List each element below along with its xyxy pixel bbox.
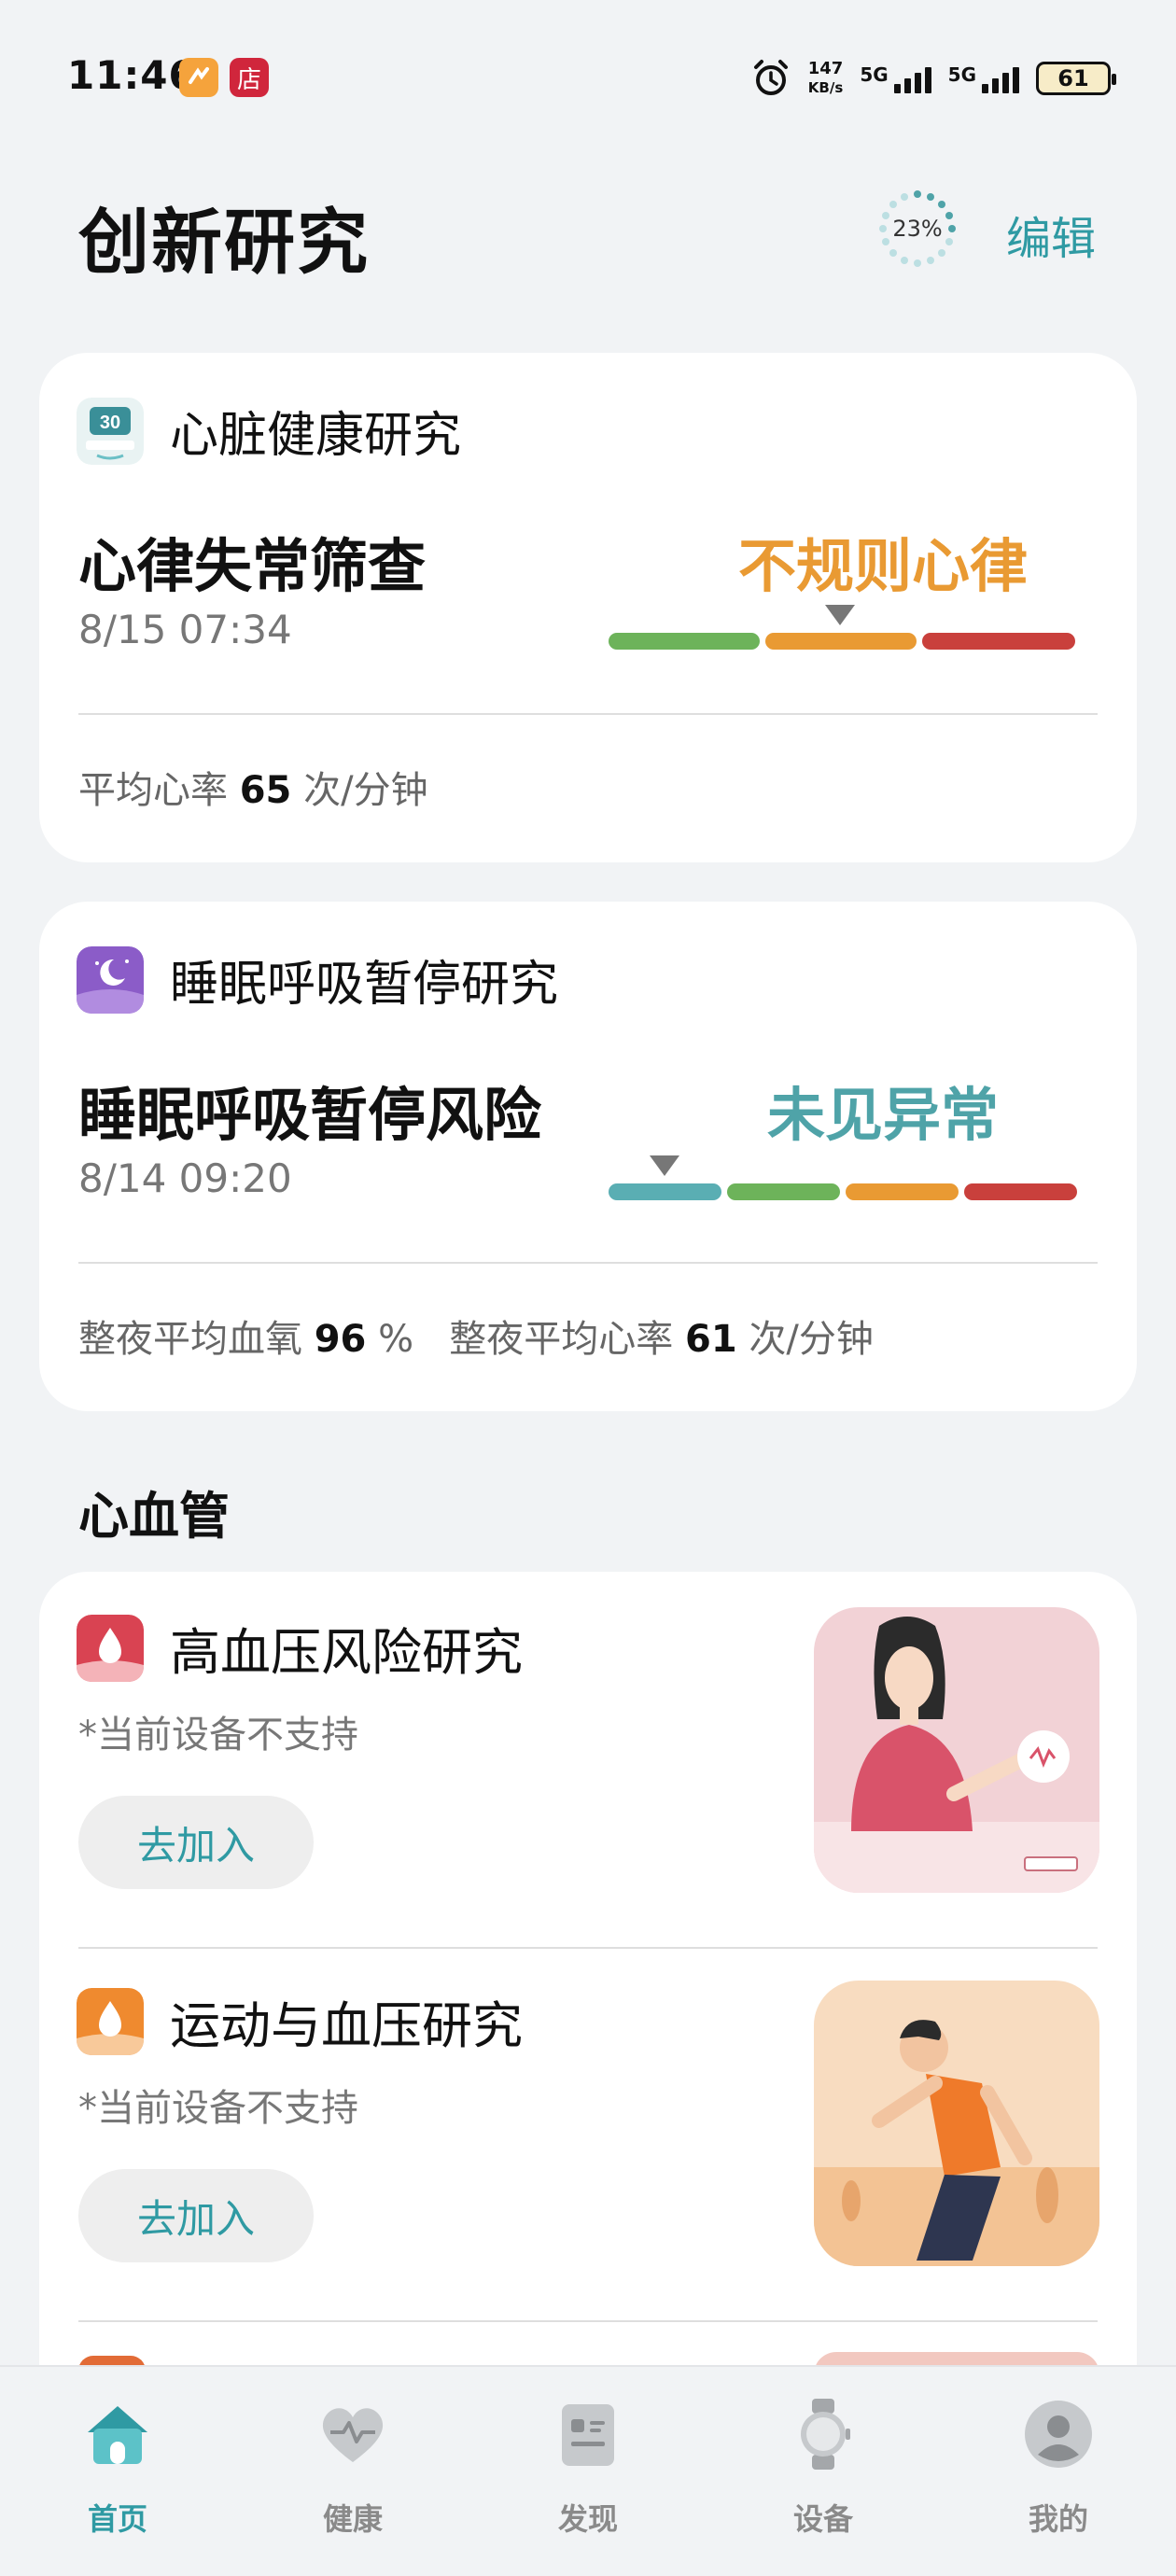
study-name: 睡眠呼吸暂停研究 [170,957,559,1013]
divider [78,1947,1098,1949]
sleep-study-card[interactable]: 睡眠呼吸暂停研究 睡眠呼吸暂停风险 8/14 09:20 未见异常 整夜平均血氧… [39,902,1137,1411]
edit-button[interactable]: 编辑 [1006,202,1096,267]
sleep-moon-icon [77,945,144,1014]
metric-title: 睡眠呼吸暂停风险 [78,1081,542,1149]
heart-study-logo-icon: 30 [77,397,144,465]
shop-notification-icon: 店 [230,58,269,97]
network-speed: 147 KB/s [807,59,844,97]
join-button[interactable]: 去加入 [78,2169,314,2262]
nav-health[interactable]: 健康 [235,2367,470,2576]
svg-text:30: 30 [100,413,120,433]
signal-bars-icon [893,63,931,93]
running-illustration [814,1981,1099,2266]
alarm-icon [753,60,788,95]
unsupported-note: *当前设备不支持 [78,2087,358,2130]
metric-title: 心律失常筛查 [78,532,427,600]
heart-icon [322,2408,384,2462]
progress-percent: 23% [892,216,943,242]
result-status: 未见异常 [766,1081,999,1149]
notification-app-icon [179,58,218,97]
section-title-cardio: 心血管 [78,1487,230,1546]
nav-profile[interactable]: 我的 [941,2367,1176,2576]
profile-icon [1025,2401,1092,2468]
metric-date: 8/14 09:20 [78,1155,292,1201]
average-heart-rate: 平均心率 65 次/分钟 [78,769,428,812]
nav-device[interactable]: 设备 [706,2367,941,2576]
study-name: 高血压风险研究 [170,1623,523,1682]
unsupported-note: *当前设备不支持 [78,1714,358,1757]
result-status: 不规则心律 [737,532,1028,600]
divider [78,1262,1098,1264]
bottom-navigation: 首页 健康 发现 设备 我的 [0,2365,1176,2576]
status-bar: 11:46 店 147 KB/s 5G 5G 61 [0,0,1176,149]
discover-icon [562,2404,614,2466]
scale-pointer-icon [650,1155,679,1176]
signal-sim1: 5G [860,63,931,93]
sleep-averages: 整夜平均血氧 96 % 整夜平均心率 61 次/分钟 [78,1318,874,1361]
metric-date: 8/15 07:34 [78,607,292,652]
page-title: 创新研究 [78,201,370,284]
nav-home[interactable]: 首页 [0,2367,235,2576]
divider [78,713,1098,715]
exercise-drop-icon [77,1987,144,2055]
risk-scale [609,633,1075,650]
risk-scale [609,1183,1077,1200]
progress-ring[interactable]: 23% [877,189,958,269]
hypertension-illustration [814,1607,1099,1893]
battery-indicator: 61 [1036,62,1116,95]
study-name: 心脏健康研究 [170,408,462,464]
heart-study-card[interactable]: 30 心脏健康研究 心律失常筛查 8/15 07:34 不规则心律 平均心率 6… [39,353,1137,862]
nav-discover[interactable]: 发现 [470,2367,706,2576]
divider [78,2320,1098,2322]
watch-icon [801,2399,850,2470]
study-name: 运动与血压研究 [170,1996,523,2055]
join-button[interactable]: 去加入 [78,1796,314,1889]
home-icon [88,2406,147,2464]
scale-pointer-icon [825,605,855,625]
signal-sim2: 5G [948,63,1019,93]
blood-drop-icon [77,1614,144,1682]
signal-bars-icon [982,63,1019,93]
status-time: 11:46 [67,52,197,98]
